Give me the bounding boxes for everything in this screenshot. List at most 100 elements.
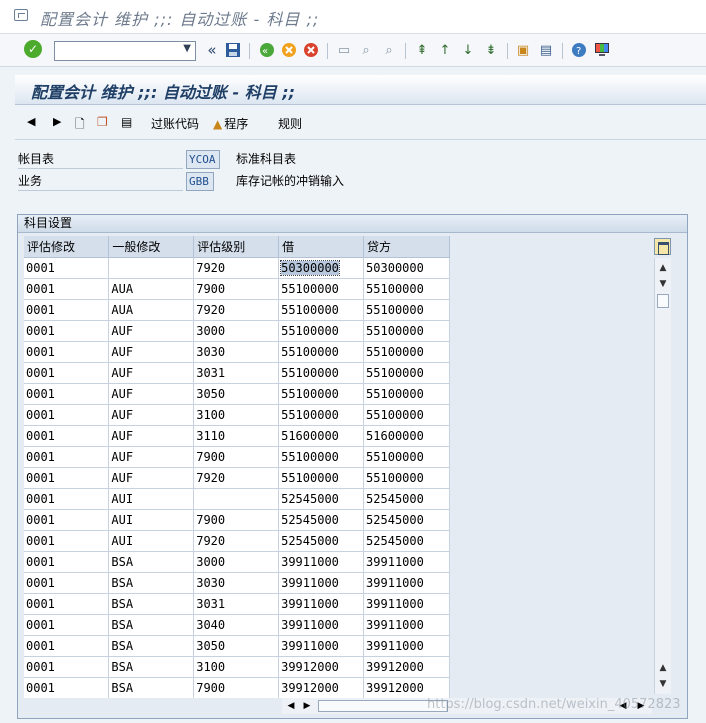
table-cell[interactable]: 7900 <box>193 278 280 300</box>
table-cell[interactable]: 55100000 <box>363 467 450 489</box>
scroll-right-icon[interactable]: ▶ <box>300 698 314 714</box>
column-header-general-modif[interactable]: 一般修改 <box>108 236 195 258</box>
next-entry-button[interactable]: ▶ <box>53 115 61 128</box>
table-cell[interactable]: 0001 <box>24 299 110 321</box>
table-cell[interactable]: 0001 <box>24 467 110 489</box>
table-row[interactable]: 0001 AUI 7900 52545000 52545000 <box>24 509 450 531</box>
previous-page-icon[interactable]: ↑ <box>436 41 454 59</box>
table-cell[interactable]: 0001 <box>24 509 110 531</box>
table-cell[interactable]: 39912000 <box>278 677 365 698</box>
exit-button[interactable] <box>280 41 298 59</box>
previous-entry-button[interactable]: ◀ <box>27 115 35 128</box>
table-cell[interactable]: BSA <box>108 677 195 698</box>
table-cell[interactable]: 55100000 <box>278 404 365 426</box>
table-cell[interactable]: 55100000 <box>278 362 365 384</box>
table-cell[interactable]: 55100000 <box>363 404 450 426</box>
table-cell[interactable]: 55100000 <box>363 320 450 342</box>
table-cell[interactable]: BSA <box>108 572 195 594</box>
table-row[interactable]: 0001 AUA 7900 55100000 55100000 <box>24 278 450 300</box>
table-cell[interactable]: 52545000 <box>278 530 365 552</box>
table-row[interactable]: 0001 AUA 7920 55100000 55100000 <box>24 299 450 321</box>
table-cell[interactable]: 0001 <box>24 257 110 279</box>
table-row[interactable]: 0001 BSA 3031 39911000 39911000 <box>24 593 450 615</box>
table-cell[interactable]: 50300000 <box>363 257 450 279</box>
back-button[interactable]: « <box>258 41 276 59</box>
shortcut-icon[interactable]: ▤ <box>537 41 555 59</box>
table-row[interactable]: 0001 BSA 7900 39912000 39912000 <box>24 677 450 698</box>
system-menu-icon[interactable] <box>14 9 28 21</box>
table-cell[interactable] <box>193 488 280 510</box>
customize-layout-button[interactable] <box>593 41 611 59</box>
transaction-field[interactable]: GBB <box>186 172 214 191</box>
table-cell[interactable]: 3031 <box>193 362 280 384</box>
table-cell[interactable]: 52545000 <box>363 530 450 552</box>
table-cell[interactable]: 39911000 <box>363 572 450 594</box>
table-cell[interactable]: BSA <box>108 593 195 615</box>
table-cell[interactable]: 39911000 <box>278 614 365 636</box>
table-cell[interactable]: AUI <box>108 488 195 510</box>
table-cell[interactable]: AUI <box>108 509 195 531</box>
table-cell[interactable]: AUF <box>108 467 195 489</box>
table-cell[interactable]: 0001 <box>24 656 110 678</box>
page-up-icon[interactable]: ▼ <box>655 276 671 292</box>
table-row[interactable]: 0001 BSA 3100 39912000 39912000 <box>24 656 450 678</box>
table-row[interactable]: 0001 AUF 3050 55100000 55100000 <box>24 383 450 405</box>
table-cell[interactable]: AUF <box>108 383 195 405</box>
table-cell[interactable]: AUF <box>108 404 195 426</box>
table-cell[interactable]: 0001 <box>24 404 110 426</box>
scroll-thumb[interactable] <box>657 294 669 308</box>
table-cell[interactable]: 3040 <box>193 614 280 636</box>
column-header-valuation-class[interactable]: 评估级别 <box>193 236 280 258</box>
table-cell[interactable]: 55100000 <box>363 299 450 321</box>
column-header-debit[interactable]: 借 <box>278 236 365 258</box>
table-cell[interactable]: 55100000 <box>278 278 365 300</box>
delete-button[interactable]: ▤ <box>121 115 132 129</box>
table-cell[interactable]: 55100000 <box>278 446 365 468</box>
table-cell[interactable]: 0001 <box>24 278 110 300</box>
table-cell[interactable]: 0001 <box>24 362 110 384</box>
table-cell[interactable]: 39911000 <box>363 614 450 636</box>
command-input[interactable] <box>55 42 175 60</box>
table-cell[interactable]: 39912000 <box>278 656 365 678</box>
new-session-icon[interactable]: ▣ <box>514 41 532 59</box>
table-cell[interactable]: 39911000 <box>363 551 450 573</box>
table-cell[interactable]: 55100000 <box>278 341 365 363</box>
table-cell[interactable]: 7900 <box>193 677 280 698</box>
table-cell[interactable]: BSA <box>108 551 195 573</box>
table-cell[interactable]: 51600000 <box>278 425 365 447</box>
table-cell[interactable]: 50300000 <box>278 257 365 279</box>
table-cell[interactable] <box>108 257 195 279</box>
table-row[interactable]: 0001 AUF 3030 55100000 55100000 <box>24 341 450 363</box>
table-cell[interactable]: 55100000 <box>278 299 365 321</box>
table-cell[interactable]: 39911000 <box>278 593 365 615</box>
table-cell[interactable]: 3000 <box>193 320 280 342</box>
table-row[interactable]: 0001 AUF 3000 55100000 55100000 <box>24 320 450 342</box>
table-cell[interactable]: 52545000 <box>278 488 365 510</box>
table-cell[interactable]: 55100000 <box>363 362 450 384</box>
table-cell[interactable]: 3100 <box>193 656 280 678</box>
table-cell[interactable]: 52545000 <box>363 509 450 531</box>
table-cell[interactable]: 52545000 <box>363 488 450 510</box>
chevron-down-icon[interactable]: ▼ <box>183 43 191 54</box>
table-cell[interactable]: 7920 <box>193 530 280 552</box>
table-cell[interactable]: 39912000 <box>363 677 450 698</box>
table-settings-icon[interactable] <box>654 238 671 255</box>
table-cell[interactable]: 39911000 <box>363 593 450 615</box>
table-cell[interactable]: 39911000 <box>278 551 365 573</box>
table-cell[interactable]: AUF <box>108 320 195 342</box>
find-next-icon[interactable]: ⌕ <box>380 41 398 59</box>
table-cell[interactable]: 7920 <box>193 467 280 489</box>
table-cell[interactable]: 3030 <box>193 341 280 363</box>
table-cell[interactable]: 0001 <box>24 635 110 657</box>
table-cell[interactable]: 55100000 <box>278 320 365 342</box>
table-cell[interactable]: AUF <box>108 446 195 468</box>
table-cell[interactable]: 7920 <box>193 257 280 279</box>
table-cell[interactable]: 3000 <box>193 551 280 573</box>
table-cell[interactable]: 55100000 <box>363 341 450 363</box>
table-cell[interactable]: 7900 <box>193 509 280 531</box>
table-cell[interactable]: 0001 <box>24 425 110 447</box>
scroll-left-icon[interactable]: ◀ <box>284 698 298 714</box>
table-cell[interactable]: 0001 <box>24 551 110 573</box>
table-cell[interactable]: 55100000 <box>363 278 450 300</box>
page-down-icon[interactable]: ▲ <box>655 660 671 676</box>
